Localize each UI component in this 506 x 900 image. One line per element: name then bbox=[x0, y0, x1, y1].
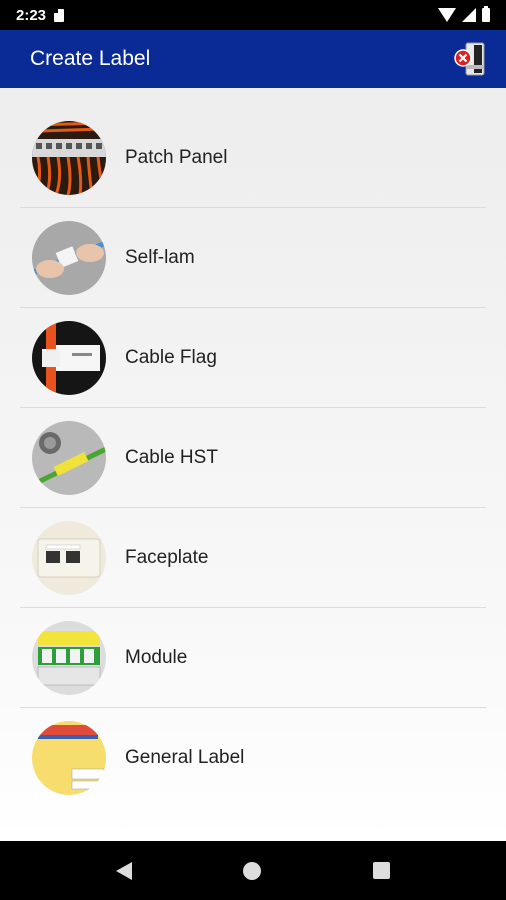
wifi-icon bbox=[438, 8, 456, 22]
list-item-label: Module bbox=[125, 647, 188, 668]
cable-flag-thumbnail bbox=[32, 321, 106, 395]
printer-status-button[interactable] bbox=[452, 39, 490, 79]
status-icons bbox=[438, 6, 490, 22]
battery-icon bbox=[482, 6, 490, 22]
faceplate-thumbnail bbox=[32, 521, 106, 595]
cell-signal-icon bbox=[462, 8, 476, 22]
list-item-label: Cable Flag bbox=[125, 347, 217, 368]
list-item-self-lam[interactable]: Self-lam bbox=[20, 208, 486, 308]
system-nav-bar bbox=[0, 841, 506, 900]
recent-apps-icon[interactable] bbox=[373, 862, 391, 879]
module-thumbnail bbox=[32, 621, 106, 695]
list-item-faceplate[interactable]: Faceplate bbox=[20, 508, 486, 608]
label-type-list: Patch Panel Self-lam Cable Flag Cable HS… bbox=[0, 88, 506, 841]
list-item-label: General Label bbox=[125, 747, 245, 768]
list-item-label: Self-lam bbox=[125, 247, 195, 268]
list-item-cable-flag[interactable]: Cable Flag bbox=[20, 308, 486, 408]
list-item-label: Faceplate bbox=[125, 547, 209, 568]
list-item-general-label[interactable]: General Label bbox=[20, 708, 486, 808]
home-icon[interactable] bbox=[243, 861, 262, 880]
list-item-label: Patch Panel bbox=[125, 147, 228, 168]
back-icon[interactable] bbox=[115, 861, 132, 880]
list-item-cable-hst[interactable]: Cable HST bbox=[20, 408, 486, 508]
patch-panel-thumbnail bbox=[32, 121, 106, 195]
page-title: Create Label bbox=[30, 47, 151, 70]
list-item-label: Cable HST bbox=[125, 447, 218, 468]
status-bar: 2:23 bbox=[0, 0, 506, 30]
app-bar: Create Label bbox=[0, 30, 506, 88]
status-time: 2:23 bbox=[16, 6, 47, 24]
self-lam-thumbnail bbox=[32, 221, 106, 295]
list-item-patch-panel[interactable]: Patch Panel bbox=[20, 108, 486, 208]
sd-card-icon bbox=[54, 8, 65, 22]
general-label-thumbnail bbox=[32, 721, 106, 795]
list-item-module[interactable]: Module bbox=[20, 608, 486, 708]
printer-disconnected-icon bbox=[454, 42, 485, 76]
cable-hst-thumbnail bbox=[32, 421, 106, 495]
